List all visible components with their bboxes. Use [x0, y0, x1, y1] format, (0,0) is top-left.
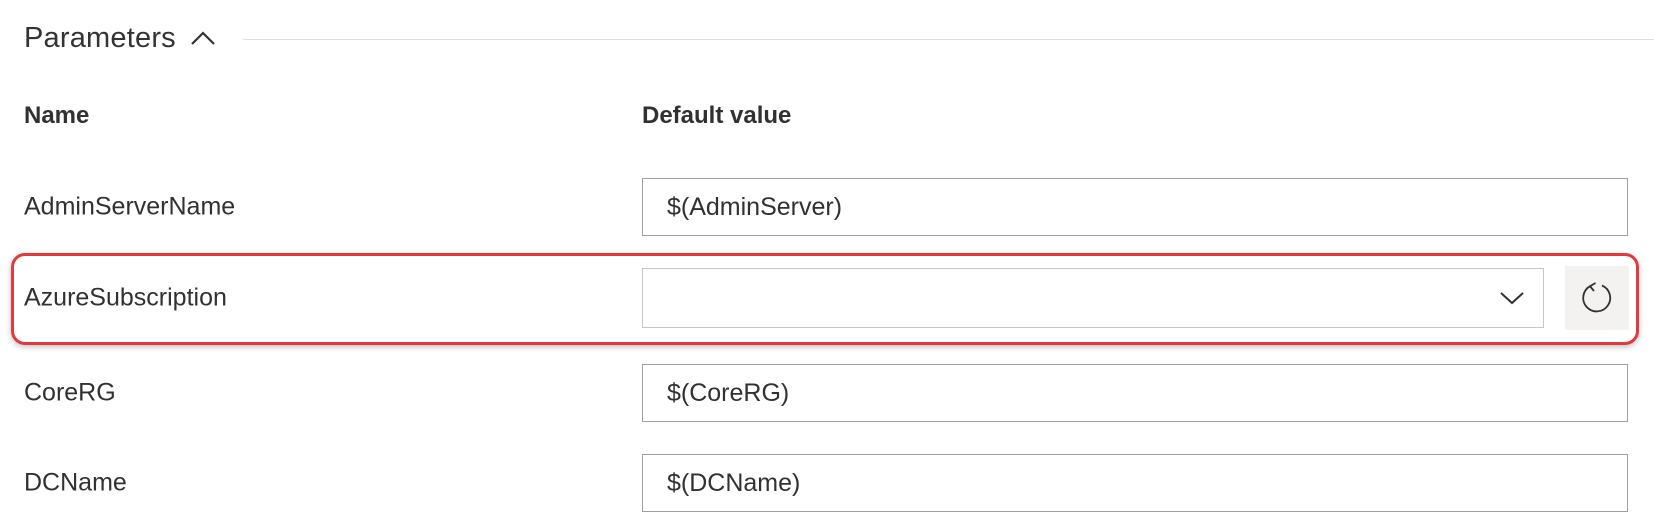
chevron-down-icon [1497, 283, 1527, 313]
parameters-section-header: Parameters [24, 18, 218, 58]
section-divider [243, 39, 1654, 40]
column-header-default-value: Default value [642, 102, 792, 129]
param-name: DCName [24, 468, 127, 497]
section-title: Parameters [24, 21, 176, 54]
default-value-input[interactable] [642, 178, 1628, 236]
refresh-icon [1580, 280, 1614, 317]
param-row-azuresubscription: AzureSubscription [0, 265, 1654, 331]
param-name: AzureSubscription [24, 283, 227, 312]
param-name: CoreRG [24, 378, 116, 407]
default-value-input[interactable] [642, 364, 1628, 422]
param-row-dcname: DCName [0, 450, 1654, 516]
param-row-corerg: CoreRG [0, 360, 1654, 426]
refresh-button[interactable] [1565, 266, 1629, 330]
param-name: AdminServerName [24, 192, 236, 221]
param-row-adminservername: AdminServerName [0, 174, 1654, 240]
default-value-input[interactable] [642, 454, 1628, 512]
column-header-name: Name [24, 102, 90, 129]
azure-subscription-dropdown[interactable] [642, 268, 1544, 328]
chevron-up-icon[interactable] [188, 23, 218, 53]
